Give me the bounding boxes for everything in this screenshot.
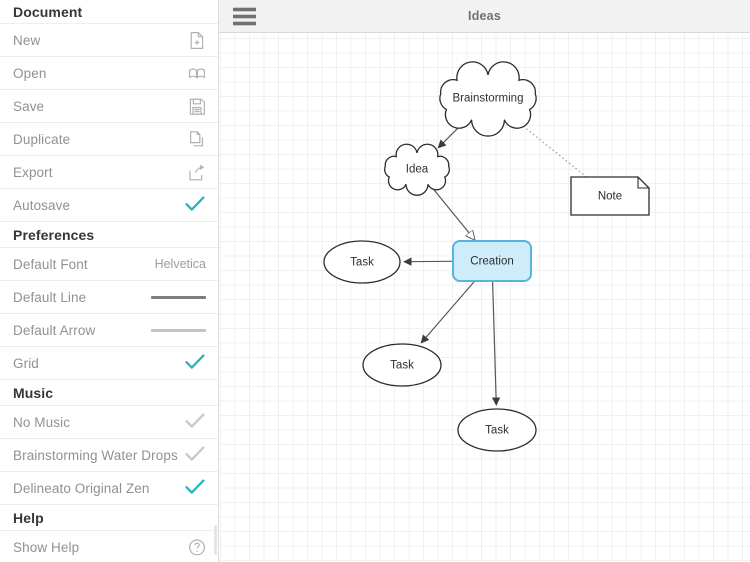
node-label: Task xyxy=(390,360,414,372)
sidebar-item-duplicate[interactable]: Duplicate xyxy=(0,123,218,156)
node-task-left[interactable]: Task xyxy=(323,240,401,284)
connector-idea-to-creation[interactable] xyxy=(432,188,474,240)
checkmark-icon xyxy=(184,478,206,498)
sidebar-item-label: Duplicate xyxy=(13,131,71,147)
sidebar-item-export[interactable]: Export xyxy=(0,156,218,189)
sidebar-section-header-music: Music xyxy=(0,380,218,406)
sidebar-item-label: Default Line xyxy=(13,289,87,305)
diagram-svg: Brainstorming Idea Note Creation Task Task Tas… xyxy=(323,61,650,452)
section-title: Music xyxy=(13,384,54,401)
section-title: Preferences xyxy=(13,226,95,243)
sidebar-item-label: Default Arrow xyxy=(13,322,96,338)
section-title: Help xyxy=(13,509,44,526)
checkmark-icon xyxy=(184,412,206,432)
checkmark-icon xyxy=(184,195,206,215)
sidebar-item-accessory xyxy=(184,64,206,83)
sidebar-item-accessory xyxy=(184,195,206,215)
line-swatch-icon xyxy=(151,295,206,299)
new-document-icon xyxy=(188,31,206,50)
node-label: Task xyxy=(350,257,374,269)
sidebar-item-delineato-original-zen[interactable]: Delineato Original Zen xyxy=(0,472,218,505)
node-task-bottom[interactable]: Task xyxy=(457,408,537,452)
sidebar-item-accessory xyxy=(184,412,206,432)
node-label: Brainstorming xyxy=(453,93,524,105)
sidebar-item-no-music[interactable]: No Music xyxy=(0,406,218,439)
sidebar-item-value: Helvetica xyxy=(154,257,206,271)
sidebar-item-accessory xyxy=(184,130,206,149)
sidebar-item-label: Show Help xyxy=(13,539,80,555)
duplicate-copy-icon xyxy=(188,130,206,149)
section-title: Document xyxy=(13,3,83,20)
node-label: Task xyxy=(485,425,509,437)
sidebar-item-label: No Music xyxy=(13,414,71,430)
sidebar-item-grid[interactable]: Grid xyxy=(0,347,218,380)
checkmark-icon xyxy=(184,445,206,465)
sidebar-item-accessory xyxy=(184,478,206,498)
node-note[interactable]: Note xyxy=(570,176,650,216)
sidebar-item-new[interactable]: New xyxy=(0,24,218,57)
sidebar-item-open[interactable]: Open xyxy=(0,57,218,90)
nodes-layer: Brainstorming Idea Note Creation Task Task Tas… xyxy=(323,61,650,452)
sidebar-item-save[interactable]: Save xyxy=(0,90,218,123)
sidebar-item-accessory xyxy=(184,97,206,116)
top-toolbar: Ideas xyxy=(219,0,750,33)
arrow-line-swatch-icon xyxy=(151,328,206,332)
node-task-mid[interactable]: Task xyxy=(362,343,442,387)
sidebar-item-label: Default Font xyxy=(13,256,88,272)
sidebar-item-brainstorming-water-drops[interactable]: Brainstorming Water Drops xyxy=(0,439,218,472)
node-label: Note xyxy=(598,191,622,203)
export-share-icon xyxy=(188,163,206,182)
sidebar-section-header-preferences: Preferences xyxy=(0,222,218,248)
document-title: Ideas xyxy=(468,9,501,23)
sidebar-item-accessory xyxy=(184,353,206,373)
connector-brainstorming-to-note[interactable] xyxy=(519,123,590,180)
sidebar-item-accessory xyxy=(151,328,206,332)
sidebar-scrollbar[interactable] xyxy=(214,525,217,555)
hamburger-menu-icon[interactable] xyxy=(233,6,256,27)
sidebar-item-default-font[interactable]: Default Font Helvetica xyxy=(0,248,218,281)
checkmark-icon xyxy=(184,353,206,373)
floppy-disk-icon xyxy=(188,97,206,116)
question-mark-circle-icon xyxy=(188,538,206,557)
sidebar-section-header-help: Help xyxy=(0,505,218,531)
connector-creation-to-task-bottom[interactable] xyxy=(491,281,501,406)
sidebar-item-default-line[interactable]: Default Line xyxy=(0,281,218,314)
connector-creation-to-task-mid[interactable] xyxy=(420,279,476,344)
app-window: Document New Open Save Duplicate Export Autosa… xyxy=(0,0,750,562)
sidebar-item-label: Grid xyxy=(13,355,39,371)
node-label: Idea xyxy=(406,164,429,176)
node-label: Creation xyxy=(470,256,513,268)
diagram-canvas[interactable]: Brainstorming Idea Note Creation Task Task Tas… xyxy=(219,33,750,562)
sidebar-item-accessory xyxy=(184,538,206,557)
sidebar-item-accessory xyxy=(184,163,206,182)
sidebar-item-accessory xyxy=(151,295,206,299)
sidebar-item-label: Autosave xyxy=(13,197,71,213)
sidebar-item-autosave[interactable]: Autosave xyxy=(0,189,218,222)
node-creation[interactable]: Creation xyxy=(452,240,532,282)
sidebar-item-accessory: Helvetica xyxy=(155,257,206,271)
sidebar-item-show-help[interactable]: Show Help xyxy=(0,531,218,562)
sidebar-item-label: Save xyxy=(13,98,45,114)
sidebar-item-accessory xyxy=(184,31,206,50)
sidebar-item-label: New xyxy=(13,32,41,48)
sidebar-item-default-arrow[interactable]: Default Arrow xyxy=(0,314,218,347)
node-idea[interactable]: Idea xyxy=(384,143,450,196)
open-book-icon xyxy=(188,64,206,83)
node-brainstorming[interactable]: Brainstorming xyxy=(439,61,537,137)
sidebar-item-label: Open xyxy=(13,65,47,81)
sidebar-menu: Document New Open Save Duplicate Export Autosa… xyxy=(0,0,219,562)
sidebar-item-label: Export xyxy=(13,164,53,180)
sidebar-item-label: Delineato Original Zen xyxy=(13,480,150,496)
sidebar-item-label: Brainstorming Water Drops xyxy=(13,447,178,463)
sidebar-item-accessory xyxy=(184,445,206,465)
sidebar-section-header-document: Document xyxy=(0,0,218,24)
